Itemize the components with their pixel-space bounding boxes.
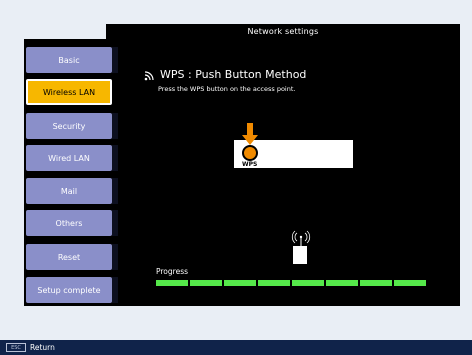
sidebar-item-label: Others (55, 218, 83, 228)
window-title: Network settings (247, 27, 319, 36)
sidebar-item-wired-lan[interactable]: Wired LAN (26, 145, 112, 171)
sidebar-item-label: Mail (60, 186, 78, 196)
sidebar-item-label: Reset (57, 252, 81, 262)
title-row: WPS : Push Button Method (144, 68, 306, 81)
progress-segment (326, 280, 358, 286)
sidebar: Basic Wireless LAN Security Wired LAN Ma… (24, 39, 136, 306)
sidebar-item-label: Security (52, 121, 86, 131)
sidebar-item-label: Basic (58, 55, 80, 65)
progress-segment (224, 280, 256, 286)
wps-button-icon (242, 145, 258, 161)
window-header: Network settings (106, 24, 460, 39)
sidebar-item-wireless-lan[interactable]: Wireless LAN (26, 79, 112, 105)
sidebar-item-others[interactable]: Others (26, 210, 112, 236)
sidebar-item-label: Setup complete (37, 285, 101, 295)
arrow-down-icon (242, 123, 258, 145)
footer-bar: ESC Return (0, 340, 472, 355)
return-label[interactable]: Return (30, 343, 55, 352)
instruction-text: Press the WPS button on the access point… (158, 85, 296, 93)
wps-label: WPS (242, 161, 258, 168)
progress-segment (292, 280, 324, 286)
progress-segment (190, 280, 222, 286)
sidebar-item-basic[interactable]: Basic (26, 47, 112, 73)
progress-bar (156, 280, 426, 286)
progress-label: Progress (156, 267, 189, 276)
main-panel: WPS : Push Button Method Press the WPS b… (118, 39, 460, 306)
access-point-icon (291, 230, 311, 264)
esc-key-label: ESC (11, 344, 21, 351)
sidebar-item-mail[interactable]: Mail (26, 178, 112, 204)
page-title: WPS : Push Button Method (160, 68, 307, 81)
sidebar-item-reset[interactable]: Reset (26, 244, 112, 270)
progress-segment (394, 280, 426, 286)
progress-segment (258, 280, 290, 286)
sidebar-item-security[interactable]: Security (26, 113, 112, 139)
progress-segment (156, 280, 188, 286)
esc-key[interactable]: ESC (6, 343, 26, 352)
wireless-icon (144, 70, 154, 80)
sidebar-item-setup-complete[interactable]: Setup complete (26, 277, 112, 303)
progress-segment (360, 280, 392, 286)
sidebar-item-label: Wired LAN (48, 153, 90, 163)
sidebar-item-label: Wireless LAN (42, 87, 96, 97)
